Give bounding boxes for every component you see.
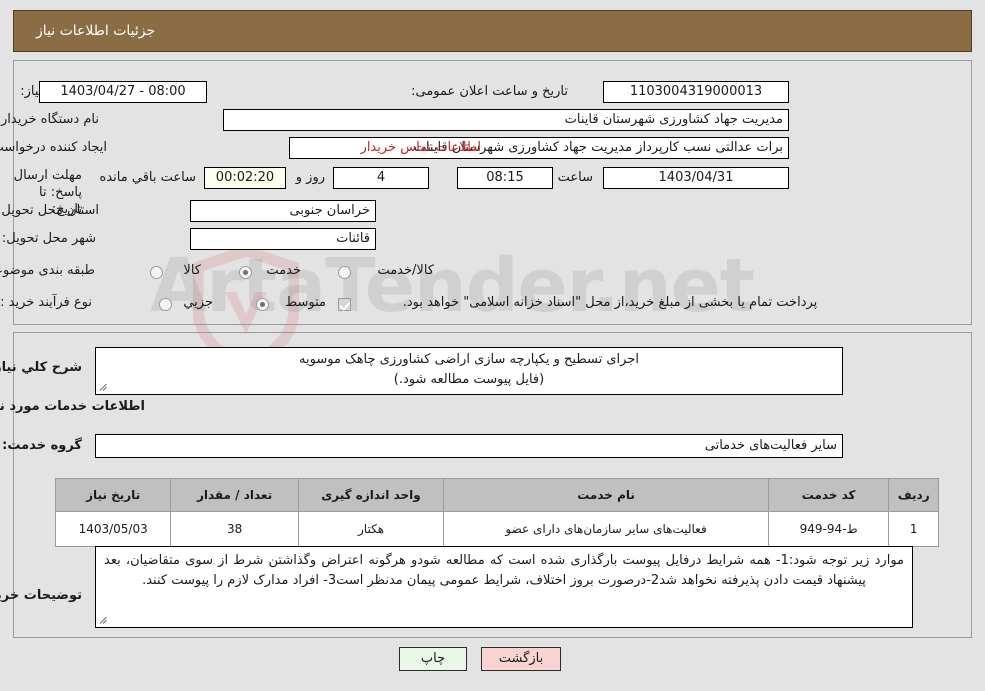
city-value: قائنات [190,228,376,250]
service-group-value: سایر فعالیت‌های خدماتی [95,434,843,458]
cell-code: ط-94-949 [767,511,890,547]
table-header-row: ردیف کد خدمت نام خدمت واحد اندازه گیری ت… [54,478,939,512]
deadline-date-value: 1403/04/31 [603,167,789,189]
services-table: ردیف کد خدمت نام خدمت واحد اندازه گیری ت… [54,478,939,547]
page-root: ArtaTender.net جزئیات اطلاعات نیاز شماره… [0,0,985,691]
radio-label-process-1: متوسط [285,295,326,310]
description-box: اجرای تسطیح و یکپارچه سازی اراضی کشاورزی… [95,347,843,395]
deadline-time-value: 08:15 [457,167,553,189]
radio-process-jozei[interactable] [159,298,172,311]
buyer-org-value: مدیریت جهاد کشاورزی شهرستان قاینات [223,109,789,131]
radio-category-kala[interactable] [150,266,163,279]
city-label: شهر محل تحویل: [1,231,96,246]
col-date: تاریخ نیاز [54,478,172,512]
description-resize-grip[interactable] [98,381,110,393]
need-number-value: 1103004319000013 [603,81,789,103]
description-label: شرح کلي نیاز: [0,360,82,375]
province-value: خراسان جنوبی [190,200,376,222]
buyer-org-label: نام دستگاه خریدار: [0,112,99,127]
cell-row: 1 [888,511,939,547]
days-word-label: روز و [295,170,325,185]
description-line-1: اجرای تسطیح و یکپارچه سازی اراضی کشاورزی… [299,352,639,367]
radio-label-category-2: کالا/خدمت [377,263,434,278]
service-group-label: گروه خدمت: [2,438,82,453]
buyer-notes-text: موارد زیر توجه شود:1- همه شرایط درفایل پ… [104,553,904,588]
radio-label-process-0: جزیي [183,295,213,310]
public-announce-value: 08:00 - 1403/04/27 [39,81,207,103]
hour-label: ساعت [557,170,593,185]
days-remaining-value: 4 [333,167,429,189]
treasury-checkbox[interactable] [338,298,351,311]
table-row: 1 ط-94-949 فعالیت‌های سایر سازمان‌های دا… [54,511,939,547]
buyer-notes-box: موارد زیر توجه شود:1- همه شرایط درفایل پ… [95,546,913,628]
radio-category-khedmat[interactable] [239,266,252,279]
col-code: کد خدمت [767,478,890,512]
countdown-timer: 00:02:20 [204,167,286,189]
back-button[interactable]: بازگشت [481,647,561,671]
category-label: طبقه بندی موضوعی: [0,263,95,278]
services-section-title: اطلاعات خدمات مورد نیاز [0,399,145,414]
buyer-contact-link[interactable]: اطلاعات تماس خریدار [361,140,481,155]
cell-date: 1403/05/03 [54,511,172,547]
radio-label-category-0: کالا [183,263,201,278]
radio-category-kala-khedmat[interactable] [338,266,351,279]
radio-label-category-1: خدمت [266,263,301,278]
buyer-notes-resize-grip[interactable] [98,614,110,626]
description-line-2: (فایل پیوست مطالعه شود.) [393,372,545,387]
col-name: نام خدمت [443,478,769,512]
province-label: استان محل تحویل: [0,203,99,218]
print-button[interactable]: چاپ [399,647,467,671]
requester-label: ایجاد کننده درخواست: [0,140,107,155]
process-label: نوع فرآیند خرید : [0,295,92,310]
col-unit: واحد اندازه گیری [297,478,445,512]
col-quantity: تعداد / مقدار [170,478,299,512]
cell-unit: هکتار [297,511,445,547]
radio-process-motavaset[interactable] [256,298,269,311]
cell-quantity: 38 [170,511,299,547]
buyer-notes-label: توضیحات خریدار: [0,588,82,603]
cell-name: فعالیت‌های سایر سازمان‌های دارای عضو [443,511,769,547]
public-announce-label: تاریخ و ساعت اعلان عمومی: [411,84,568,99]
col-row: ردیف [888,478,939,512]
remaining-suffix-label: ساعت باقي مانده [99,170,196,185]
treasury-checkbox-label: پرداخت تمام یا بخشی از مبلغ خرید،از محل … [402,295,818,310]
